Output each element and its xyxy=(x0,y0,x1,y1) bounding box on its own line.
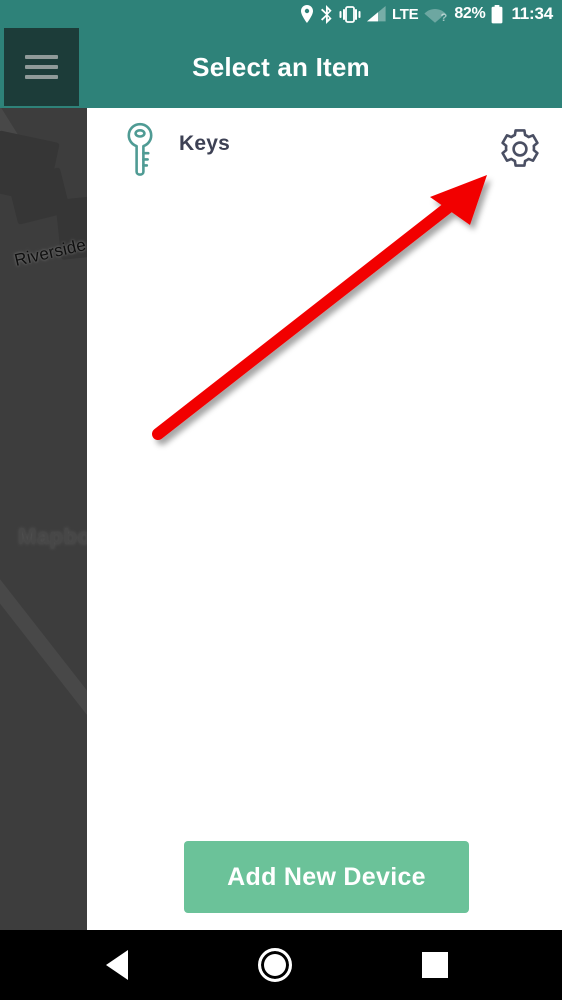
network-type-text: LTE xyxy=(392,5,419,23)
bluetooth-icon xyxy=(320,4,333,24)
location-icon xyxy=(300,5,314,23)
back-icon[interactable] xyxy=(106,950,128,980)
status-bar: LTE ? 82% 11:34 xyxy=(0,0,562,28)
page-title: Select an Item xyxy=(192,51,370,82)
vibrate-icon xyxy=(339,5,361,23)
app-bar: Select an Item xyxy=(0,28,562,108)
battery-icon xyxy=(491,4,503,24)
list-item-label: Keys xyxy=(179,132,231,155)
signal-icon xyxy=(367,6,386,22)
menu-bar xyxy=(25,65,58,69)
add-new-device-button[interactable]: Add New Device xyxy=(184,841,469,913)
wifi-unknown-icon: ? xyxy=(424,6,448,23)
recents-icon[interactable] xyxy=(422,952,448,978)
network-type-label: LTE xyxy=(392,5,419,23)
menu-bar xyxy=(25,75,58,79)
item-selection-sheet: Keys Add New Device xyxy=(87,108,562,930)
svg-text:?: ? xyxy=(441,12,448,23)
list-item[interactable]: Keys xyxy=(87,108,562,186)
hamburger-menu-icon[interactable] xyxy=(4,28,79,106)
gear-icon[interactable] xyxy=(494,123,546,175)
battery-percent-label: 82% xyxy=(454,5,486,22)
clock-label: 11:34 xyxy=(511,4,553,23)
menu-bar xyxy=(25,55,58,59)
key-icon xyxy=(117,122,163,176)
home-icon[interactable] xyxy=(258,948,292,982)
phone-screen: Riverside Mapbox LTE ? 82% 11:34 Select … xyxy=(0,0,562,1000)
android-navigation-bar xyxy=(0,930,562,1000)
